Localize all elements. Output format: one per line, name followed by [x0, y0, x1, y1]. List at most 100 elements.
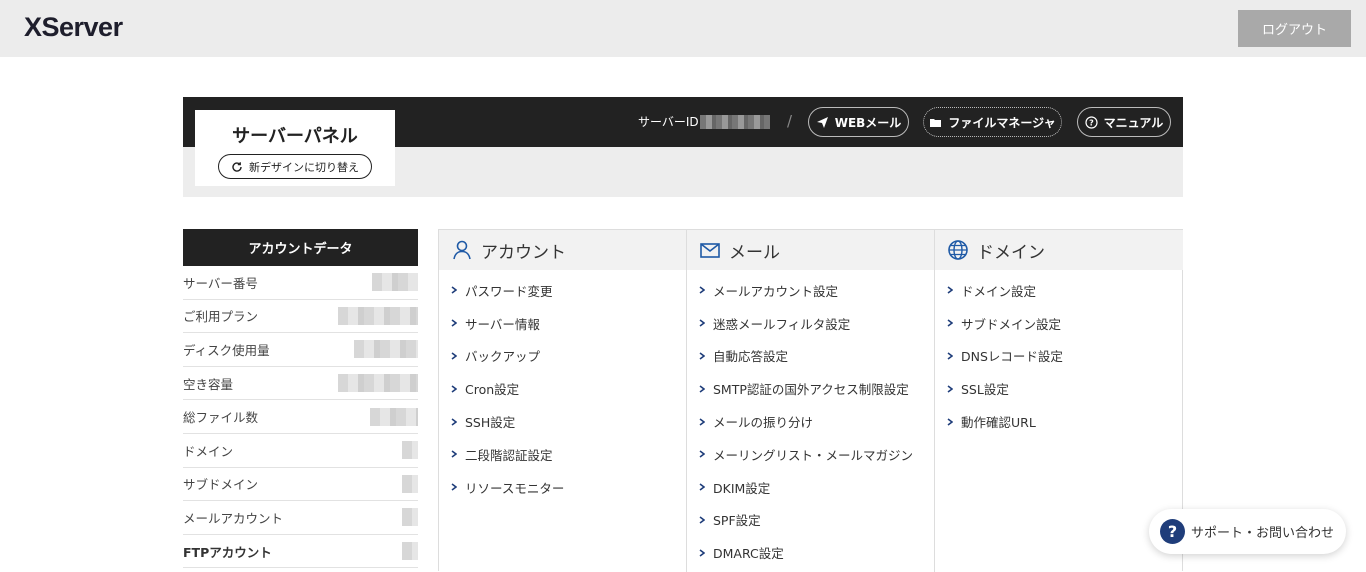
menu-item-dns-records[interactable]: DNSレコード設定: [935, 340, 1183, 373]
paper-plane-icon: [816, 116, 828, 128]
account-row-label: 空き容量: [183, 376, 234, 392]
webmail-button[interactable]: WEBメール: [808, 107, 909, 137]
redacted-value: [370, 407, 418, 426]
menu-item-label: DMARC設定: [713, 546, 784, 562]
menu-item-label: ドメイン設定: [961, 283, 1037, 299]
menu-item-label: SSL設定: [961, 382, 1009, 398]
menu-item-spf[interactable]: SPF設定: [687, 504, 934, 537]
manual-label: マニュアル: [1103, 115, 1164, 130]
account-row-label: ご利用プラン: [183, 309, 259, 325]
menu-item-smtp-restriction[interactable]: SMTP認証の国外アクセス制限設定: [687, 372, 934, 405]
menu-item-label: メールアカウント設定: [713, 283, 839, 299]
account-menu-header: アカウント: [439, 230, 686, 270]
chevron-right-icon: [947, 385, 953, 393]
chevron-right-icon: [699, 483, 705, 491]
menu-item-label: サーバー情報: [465, 316, 540, 332]
menu-item-resource-monitor[interactable]: リソースモニター: [439, 471, 686, 504]
menu-item-mailing-list[interactable]: メーリングリスト・メールマガジン: [687, 438, 934, 471]
menu-item-label: リソースモニター: [465, 480, 565, 496]
account-row-label: FTPアカウント: [183, 544, 272, 560]
redacted-value: [338, 306, 418, 325]
menu-item-password-change[interactable]: パスワード変更: [439, 274, 686, 307]
folder-icon: [930, 118, 942, 127]
account-data-heading: アカウントデータ: [183, 229, 418, 266]
menu-item-label: サブドメイン設定: [961, 316, 1062, 332]
menu-item-label: メーリングリスト・メールマガジン: [713, 447, 914, 463]
chevron-right-icon: [947, 319, 953, 327]
chevron-right-icon: [699, 319, 705, 327]
account-row-ftp-account: FTPアカウント: [183, 535, 418, 569]
menu-item-cron[interactable]: Cron設定: [439, 372, 686, 405]
redacted-value: [402, 542, 418, 561]
separator: /: [787, 112, 793, 130]
chevron-right-icon: [699, 516, 705, 524]
menu-item-spam-filter[interactable]: 迷惑メールフィルタ設定: [687, 307, 934, 340]
account-row-label: ドメイン: [183, 443, 234, 459]
chevron-right-icon: [947, 286, 953, 295]
menu-item-label: DNSレコード設定: [961, 349, 1063, 365]
account-data-list: サーバー番号 ご利用プラン ディスク使用量 空き容量 総ファイル数 ドメイン サ…: [183, 266, 418, 569]
menu-item-label: 迷惑メールフィルタ設定: [713, 316, 851, 332]
account-row-disk-usage: ディスク使用量: [183, 333, 418, 367]
page-title: サーバーパネル: [232, 126, 358, 147]
menu-item-ssh[interactable]: SSH設定: [439, 405, 686, 438]
redacted-value: [372, 273, 418, 292]
menu-item-label: バックアップ: [465, 349, 541, 365]
menu-item-test-url[interactable]: 動作確認URL: [935, 405, 1183, 438]
redacted-value: [402, 474, 418, 493]
menu-item-domain-settings[interactable]: ドメイン設定: [935, 274, 1183, 307]
menu-item-label: SPF設定: [713, 513, 761, 529]
menu-item-mail-sorting[interactable]: メールの振り分け: [687, 405, 934, 438]
account-row-label: サブドメイン: [183, 477, 259, 493]
file-manager-button[interactable]: ファイルマネージャ: [923, 107, 1062, 137]
menu-item-dmarc[interactable]: DMARC設定: [687, 536, 934, 569]
domain-menu: ドメイン ドメイン設定 サブドメイン設定 DNSレコード設定 SSL設定 動作確…: [935, 230, 1183, 572]
mail-menu: メール メールアカウント設定 迷惑メールフィルタ設定 自動応答設定 SMTP認証…: [687, 230, 935, 572]
question-circle-icon: ?: [1085, 115, 1098, 129]
menu-item-label: 動作確認URL: [961, 415, 1036, 431]
chevron-right-icon: [451, 319, 457, 327]
support-button[interactable]: ? サポート・お問い合わせ: [1149, 509, 1346, 554]
chevron-right-icon: [699, 286, 705, 295]
menu-item-dkim[interactable]: DKIM設定: [687, 471, 934, 504]
chevron-right-icon: [451, 385, 457, 393]
account-row-label: 総ファイル数: [183, 410, 259, 426]
menu-item-auto-reply[interactable]: 自動応答設定: [687, 340, 934, 373]
chevron-right-icon: [699, 549, 705, 557]
menu-item-label: パスワード変更: [465, 283, 553, 299]
menu-item-ssl[interactable]: SSL設定: [935, 372, 1183, 405]
chevron-right-icon: [451, 417, 457, 426]
account-row-domain: ドメイン: [183, 434, 418, 468]
globe-icon: [948, 240, 968, 260]
chevron-right-icon: [451, 450, 457, 459]
chevron-right-icon: [947, 417, 953, 426]
chevron-right-icon: [699, 450, 705, 459]
file-manager-label: ファイルマネージャ: [948, 115, 1056, 130]
redacted-value: [402, 441, 418, 460]
svg-text:?: ?: [1089, 118, 1094, 127]
chevron-right-icon: [699, 417, 705, 426]
account-row-mail-account: メールアカウント: [183, 501, 418, 535]
mail-menu-header: メール: [687, 230, 934, 270]
account-row-label: ディスク使用量: [183, 342, 270, 358]
xserver-logo[interactable]: XServer: [24, 12, 123, 43]
panel-title-box: サーバーパネル 新デザインに切り替え: [195, 110, 395, 186]
menu-item-label: メールの振り分け: [713, 415, 814, 431]
chevron-right-icon: [451, 286, 457, 295]
menu-item-server-info[interactable]: サーバー情報: [439, 307, 686, 340]
account-menu: アカウント パスワード変更 サーバー情報 バックアップ Cron設定 SSH設定…: [439, 230, 687, 572]
switch-design-button[interactable]: 新デザインに切り替え: [218, 154, 372, 179]
menu-item-label: Cron設定: [465, 382, 520, 398]
menu-item-subdomain-settings[interactable]: サブドメイン設定: [935, 307, 1183, 340]
menu-item-label: SMTP認証の国外アクセス制限設定: [713, 382, 909, 398]
menu-item-mail-account[interactable]: メールアカウント設定: [687, 274, 934, 307]
manual-button[interactable]: ? マニュアル: [1077, 107, 1171, 137]
logout-button[interactable]: ログアウト: [1238, 10, 1351, 47]
menu-item-backup[interactable]: バックアップ: [439, 340, 686, 373]
redacted-value: [338, 374, 418, 393]
server-id-label: サーバーID: [638, 115, 699, 129]
menu-item-two-factor[interactable]: 二段階認証設定: [439, 438, 686, 471]
mail-menu-title: メール: [729, 242, 780, 263]
menu-item-label: 二段階認証設定: [465, 447, 553, 463]
chevron-right-icon: [947, 352, 953, 360]
